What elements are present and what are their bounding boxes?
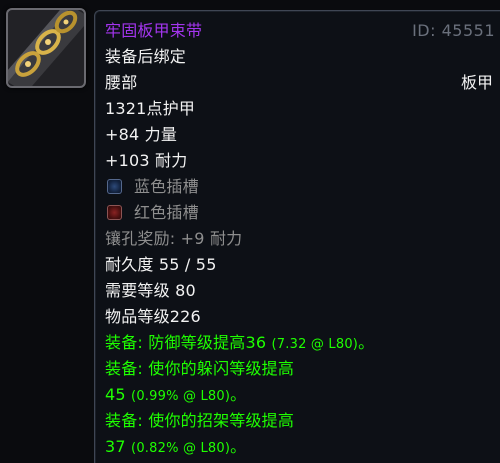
equip-effect-parry-suffix: 。 bbox=[230, 437, 247, 456]
item-id: ID: 45551 bbox=[412, 21, 495, 40]
equip-effect-dodge-line2: 45 (0.99% @ L80)。 bbox=[105, 385, 246, 407]
equip-effect-dodge-line1: 装备: 使你的躲闪等级提高 bbox=[105, 359, 295, 378]
equip-effect-parry-value: 37 bbox=[105, 437, 132, 456]
equip-effect-parry-detail: (0.82% @ L80) bbox=[131, 441, 231, 456]
socket-red-row: 红色插槽 bbox=[105, 203, 199, 223]
equip-effect-dodge-value: 45 bbox=[105, 385, 132, 404]
required-level: 需要等级 80 bbox=[105, 281, 196, 300]
stat-strength: +84 力量 bbox=[105, 125, 178, 144]
blue-socket-icon bbox=[107, 179, 122, 194]
item-slot: 腰部 bbox=[105, 73, 138, 92]
equip-effect-defense-detail: (7.32 @ L80) bbox=[271, 337, 359, 352]
equip-effect-dodge-detail: (0.99% @ L80) bbox=[131, 389, 231, 404]
durability: 耐久度 55 / 55 bbox=[105, 255, 217, 274]
red-socket-icon bbox=[107, 205, 122, 220]
socket-blue-row: 蓝色插槽 bbox=[105, 177, 199, 197]
bind-type: 装备后绑定 bbox=[105, 47, 187, 66]
equip-effect-parry-line1: 装备: 使你的招架等级提高 bbox=[105, 411, 295, 430]
tooltip-screen: 牢固板甲束带 ID: 45551 装备后绑定 腰部 板甲 1321点护甲 +84… bbox=[0, 0, 500, 463]
armor-type: 板甲 bbox=[460, 73, 493, 92]
stat-stamina: +103 耐力 bbox=[105, 151, 188, 170]
plate-belt-icon[interactable] bbox=[6, 8, 86, 88]
socket-blue-label: 蓝色插槽 bbox=[134, 177, 199, 196]
item-level: 物品等级226 bbox=[105, 307, 201, 326]
item-tooltip: 牢固板甲束带 ID: 45551 装备后绑定 腰部 板甲 1321点护甲 +84… bbox=[94, 10, 500, 463]
equip-effect-defense-suffix: 。 bbox=[358, 333, 375, 352]
equip-effect-dodge-suffix: 。 bbox=[230, 385, 247, 404]
item-name: 牢固板甲束带 bbox=[105, 21, 203, 40]
armor-value: 1321点护甲 bbox=[105, 99, 196, 118]
socket-red-label: 红色插槽 bbox=[134, 203, 199, 222]
equip-effect-parry-line2: 37 (0.82% @ L80)。 bbox=[105, 437, 246, 459]
equip-effect-defense-text: 装备: 防御等级提高36 bbox=[105, 333, 272, 352]
socket-bonus: 镶孔奖励: +9 耐力 bbox=[105, 229, 243, 248]
equip-effect-defense: 装备: 防御等级提高36 (7.32 @ L80)。 bbox=[105, 333, 374, 355]
